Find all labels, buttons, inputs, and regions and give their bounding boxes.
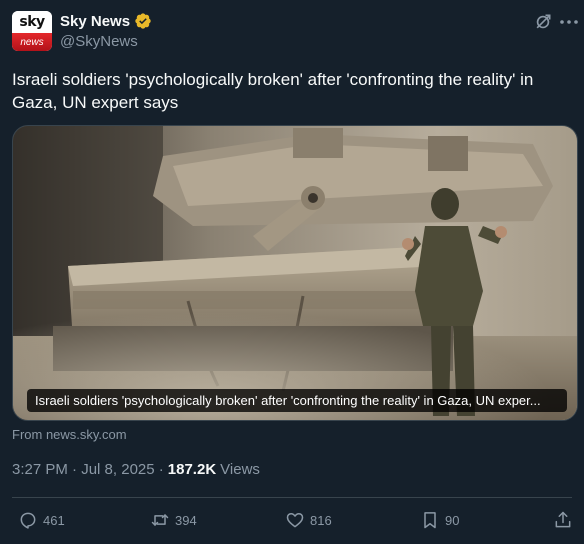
link-card[interactable]: Israeli soldiers 'psychologically broken… bbox=[12, 125, 578, 421]
card-source[interactable]: From news.sky.com bbox=[12, 427, 127, 442]
grok-icon[interactable] bbox=[533, 12, 553, 32]
tweet[interactable]: sky news Sky News @SkyNews Israeli soldi… bbox=[0, 0, 584, 544]
bookmark-count: 90 bbox=[445, 512, 460, 528]
repost-button[interactable]: 394 bbox=[150, 510, 197, 530]
avatar-logo-sky: sky bbox=[19, 14, 45, 30]
tweet-time[interactable]: 3:27 PM bbox=[12, 461, 68, 478]
display-name[interactable]: Sky News bbox=[60, 13, 130, 30]
reply-button[interactable]: 461 bbox=[18, 510, 65, 530]
card-caption[interactable]: Israeli soldiers 'psychologically broken… bbox=[27, 389, 567, 412]
tweet-date[interactable]: Jul 8, 2025 bbox=[81, 461, 154, 478]
bookmark-icon bbox=[424, 512, 436, 529]
share-button[interactable] bbox=[553, 510, 578, 530]
meta-separator: · bbox=[67, 461, 82, 478]
meta-separator: · bbox=[154, 461, 164, 478]
like-count: 816 bbox=[310, 512, 332, 528]
views-count: 187.2K bbox=[167, 461, 217, 478]
handle[interactable]: @SkyNews bbox=[60, 33, 138, 50]
bookmark-button[interactable]: 90 bbox=[420, 510, 459, 530]
verified-badge-icon[interactable] bbox=[134, 12, 152, 30]
heart-icon bbox=[286, 513, 304, 528]
reply-count: 461 bbox=[43, 512, 65, 528]
repost-icon bbox=[151, 514, 169, 526]
avatar-logo-news: news bbox=[20, 36, 44, 48]
tweet-meta: 3:27 PM · Jul 8, 2025 · 187.2K Views bbox=[12, 461, 260, 478]
reply-icon bbox=[20, 512, 36, 529]
more-icon[interactable] bbox=[558, 14, 580, 30]
tweet-text: Israeli soldiers 'psychologically broken… bbox=[12, 70, 534, 112]
views-label: Views bbox=[220, 461, 260, 478]
repost-count: 394 bbox=[175, 512, 197, 528]
avatar[interactable]: sky news bbox=[12, 11, 52, 51]
article-image bbox=[13, 126, 577, 420]
divider bbox=[12, 497, 572, 498]
share-icon bbox=[555, 511, 571, 528]
like-button[interactable]: 816 bbox=[285, 510, 332, 530]
